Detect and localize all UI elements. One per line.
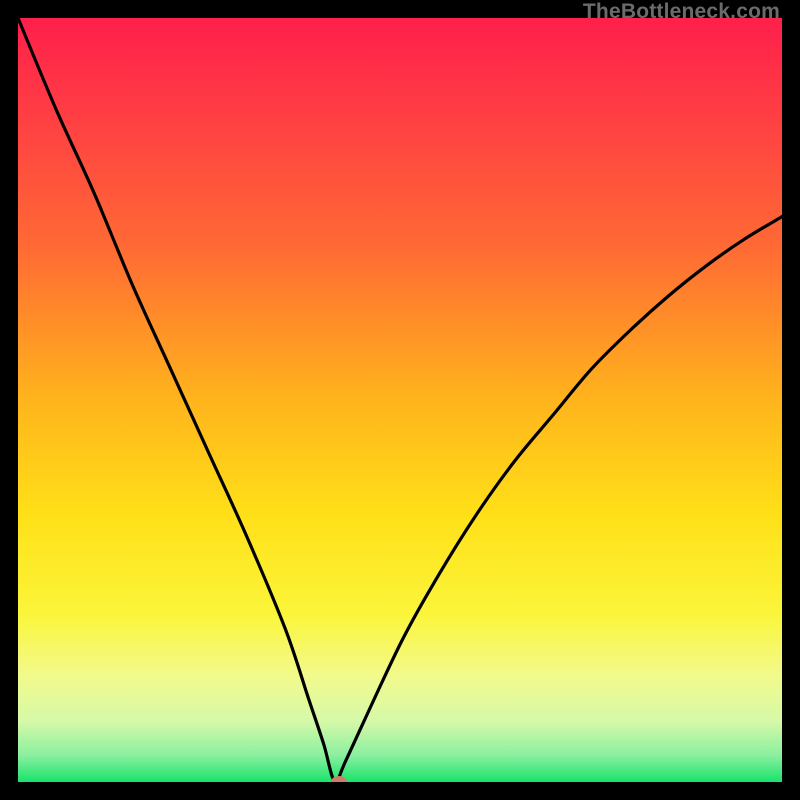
bottleneck-chart (18, 18, 782, 782)
chart-frame (18, 18, 782, 782)
watermark-text: TheBottleneck.com (583, 0, 780, 24)
gradient-background (18, 18, 782, 782)
